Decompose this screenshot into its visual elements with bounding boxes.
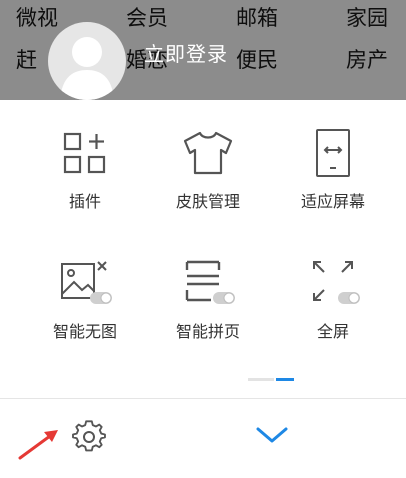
menu-item-no-image[interactable]: 智能无图	[25, 258, 145, 342]
menu-item-label: 智能无图	[52, 322, 117, 341]
menu-item-label: 全屏	[316, 322, 349, 341]
annotation-arrow-icon	[18, 430, 58, 460]
menu-item-page-merge[interactable]: 智能拼页	[148, 258, 268, 342]
tshirt-icon	[183, 131, 233, 175]
chevron-down-icon[interactable]	[254, 424, 290, 446]
menu-item-plugins[interactable]: 插件	[25, 128, 145, 212]
menu-item-label: 皮肤管理	[175, 192, 240, 211]
page-merge-icon	[185, 260, 235, 304]
plugin-icon	[63, 132, 106, 174]
avatar[interactable]	[48, 22, 126, 100]
menu-item-skin[interactable]: 皮肤管理	[148, 128, 268, 212]
menu-item-label: 插件	[68, 192, 101, 211]
menu-item-label: 适应屏幕	[300, 192, 365, 211]
bottom-divider	[0, 398, 406, 399]
menu-item-fullscreen[interactable]: 全屏	[273, 258, 393, 342]
login-link[interactable]: 立即登录	[144, 38, 228, 67]
page-indicator-inactive	[248, 378, 274, 381]
gear-icon[interactable]	[72, 420, 106, 454]
fit-screen-icon	[316, 129, 350, 177]
menu-item-fit-screen[interactable]: 适应屏幕	[273, 128, 393, 212]
user-avatar-icon	[60, 37, 114, 100]
menu-item-label: 智能拼页	[175, 322, 240, 341]
page-indicator-active	[276, 378, 294, 381]
fullscreen-icon	[313, 261, 360, 304]
no-image-icon	[61, 261, 112, 304]
